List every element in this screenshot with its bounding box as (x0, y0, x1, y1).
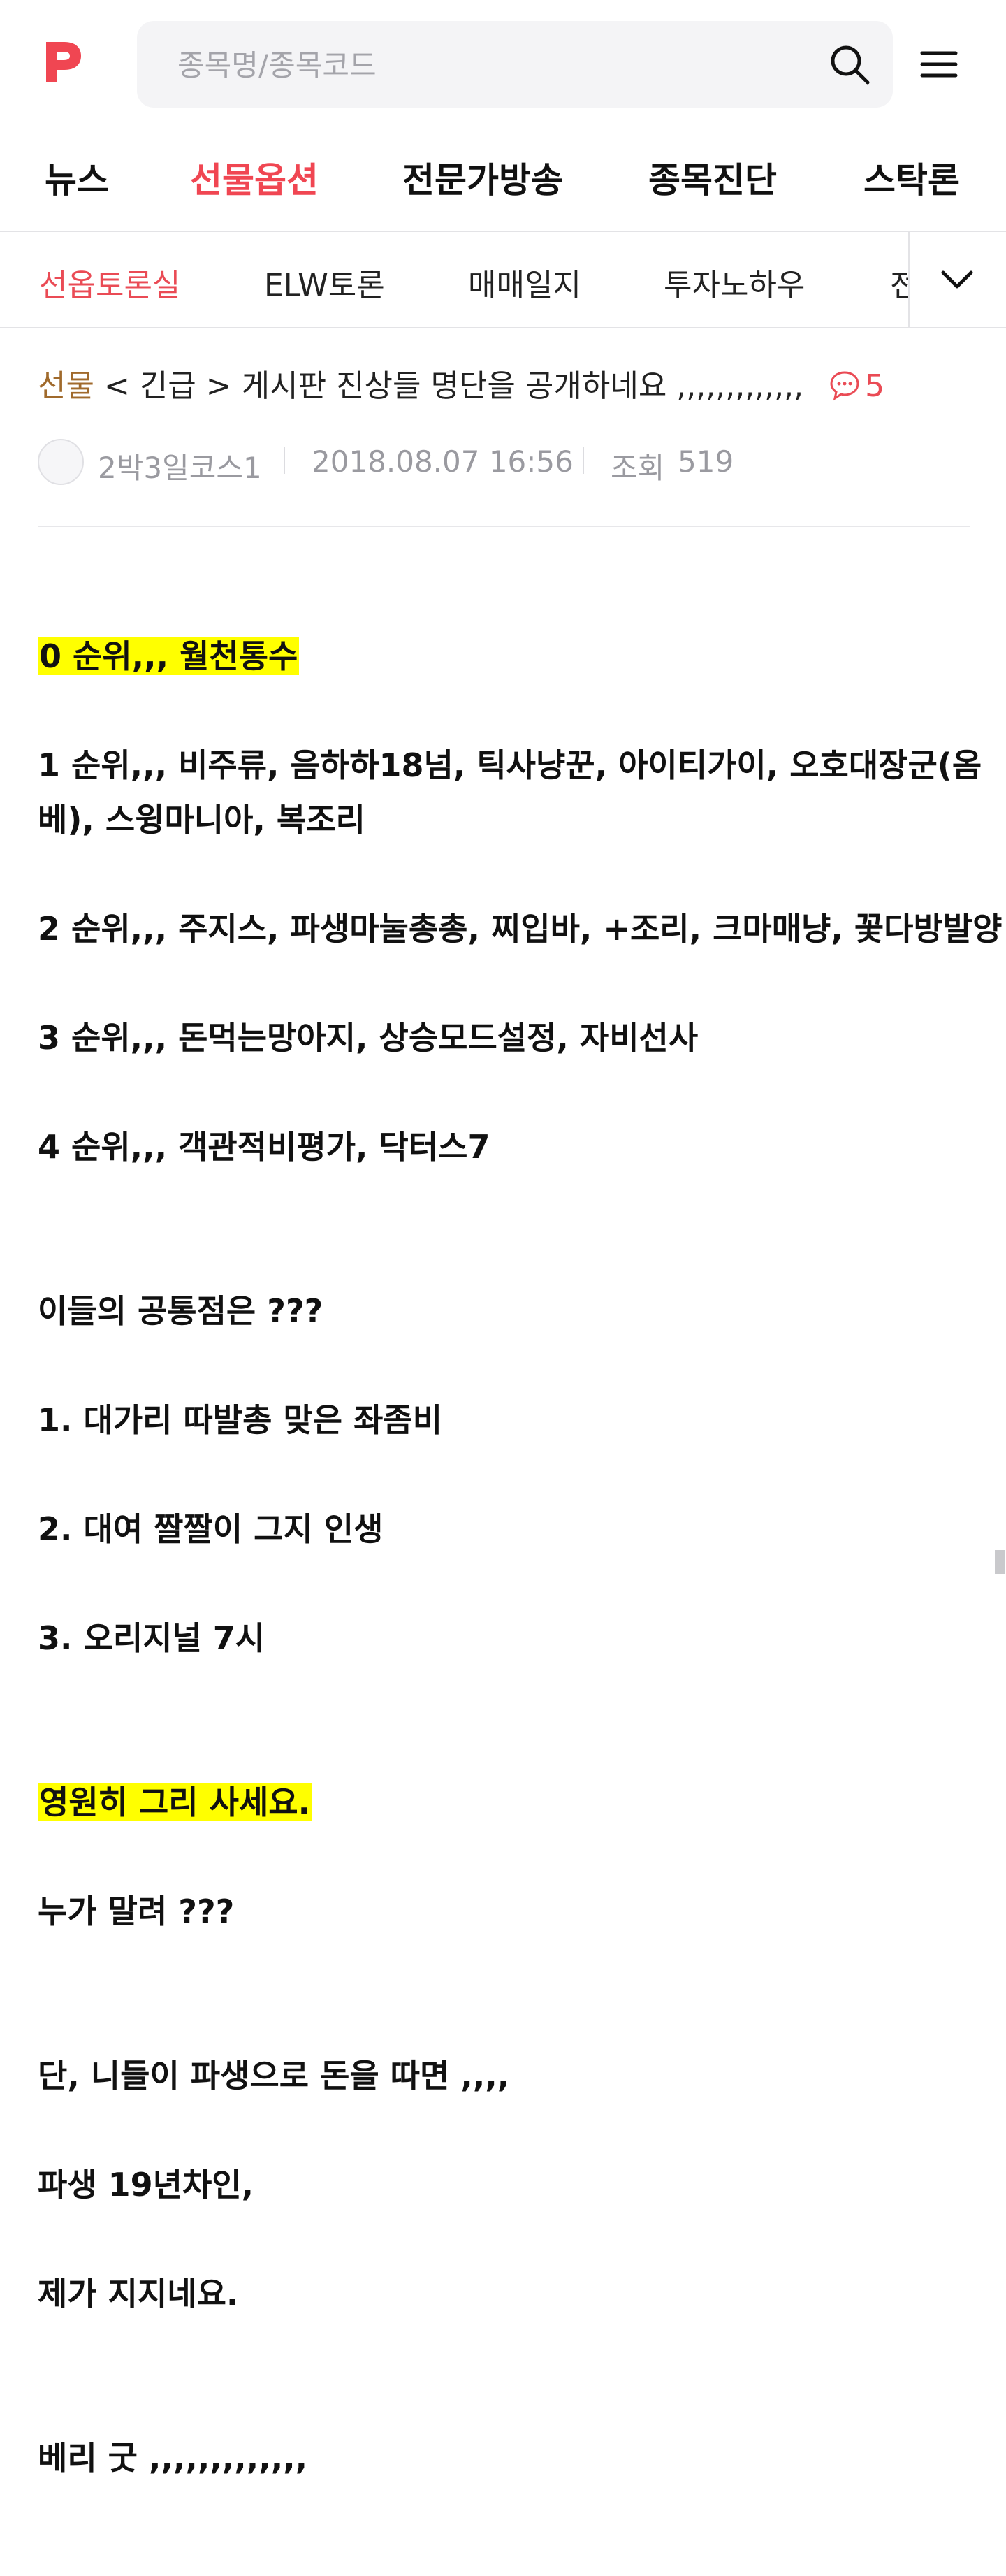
body-line: 누가 말려 ??? (38, 1893, 235, 1930)
main-nav: 뉴스 선물옵션 전문가방송 종목진단 스탁론 (0, 127, 1006, 232)
top-bar (0, 0, 1006, 127)
body-line: 1 순위,,, 비주류, 음하하18넘, 틱사냥꾼, 아이티가이, 오호대장군(… (38, 746, 982, 784)
hamburger-menu-icon[interactable] (918, 43, 960, 85)
nav-news[interactable]: 뉴스 (45, 152, 109, 203)
comment-count-link[interactable]: 5 (829, 368, 884, 404)
body-line: 이들의 공통점은 ??? (38, 1292, 323, 1330)
body-line: 제가 지지네요. (38, 2275, 239, 2313)
subnav-trading-journal[interactable]: 매매일지 (468, 260, 581, 305)
post-title-row: 선물 < 긴급 > 게시판 진상들 명단을 공개하네요 ,,,,,,,,,,,,… (38, 361, 974, 410)
chevron-down-icon (941, 270, 973, 289)
body-line: 단, 니들이 파생으로 돈을 따면 ,,,, (38, 2057, 510, 2094)
post-author[interactable]: 2박3일코스1 (98, 444, 262, 487)
body-line: 3 순위,,, 돈먹는망아지, 상승모드설정, 자비선사 (38, 1019, 699, 1057)
meta-divider (284, 447, 285, 474)
search-input[interactable] (176, 41, 780, 89)
avatar[interactable] (38, 439, 84, 485)
body-line: 영원히 그리 사세요. (38, 1783, 312, 1821)
nav-futures-options[interactable]: 선물옵션 (190, 152, 319, 203)
speech-bubble-icon (830, 371, 859, 401)
subnav-investment-knowhow[interactable]: 투자노하우 (664, 260, 805, 305)
body-line: 4 순위,,, 객관적비평가, 닥터스7 (38, 1128, 490, 1166)
post-views-label: 조회 (611, 451, 665, 485)
nav-stock-loan[interactable]: 스탁론 (863, 152, 960, 203)
post-datetime: 2018.08.07 16:56 (312, 444, 574, 479)
search-box[interactable] (137, 21, 893, 108)
body-line: 3. 오리지널 7시 (38, 1619, 265, 1657)
search-icon[interactable] (827, 42, 872, 87)
body-line: 2. 대여 짤짤이 그지 인생 (38, 1510, 384, 1548)
body-line: 1. 대가리 따발총 맞은 좌좀비 (38, 1401, 443, 1439)
sub-nav: 선옵토론실 ELW토론 매매일지 투자노하우 전 (0, 232, 1006, 328)
body-line: 2 순위,,, 주지스, 파생마눌총총, 찌입바, +조리, 크마매냥, 꽃다방… (38, 910, 1003, 948)
post-category[interactable]: 선물 (38, 368, 94, 404)
post-title: < 긴급 > 게시판 진상들 명단을 공개하네요 ,,,,,,,,,,,,, (103, 368, 804, 404)
post-views: 519 (678, 444, 734, 479)
body-line: 베리 굿 ,,,,,,,,,,,,, (38, 2439, 308, 2477)
nav-expert-broadcast[interactable]: 전문가방송 (402, 152, 563, 203)
body-line: 베), 스윙마니아, 복조리 (38, 801, 365, 839)
subnav-expand-button[interactable] (908, 232, 1006, 327)
body-line: 파생 19년차인, (38, 2166, 254, 2204)
nav-stock-diagnosis[interactable]: 종목진단 (648, 152, 777, 203)
header-divider (38, 526, 970, 527)
body-line: 0 순위,,, 월천통수 (38, 637, 300, 675)
post-meta: 2박3일코스1 2018.08.07 16:56 조회 519 (38, 439, 946, 486)
paxnet-logo[interactable] (43, 41, 82, 84)
subnav-elw-discussion[interactable]: ELW토론 (264, 260, 385, 305)
subnav-futures-discussion[interactable]: 선옵토론실 (39, 260, 180, 305)
scrollbar-thumb[interactable] (995, 1550, 1005, 1574)
comment-count: 5 (865, 368, 885, 404)
meta-divider (583, 447, 584, 474)
